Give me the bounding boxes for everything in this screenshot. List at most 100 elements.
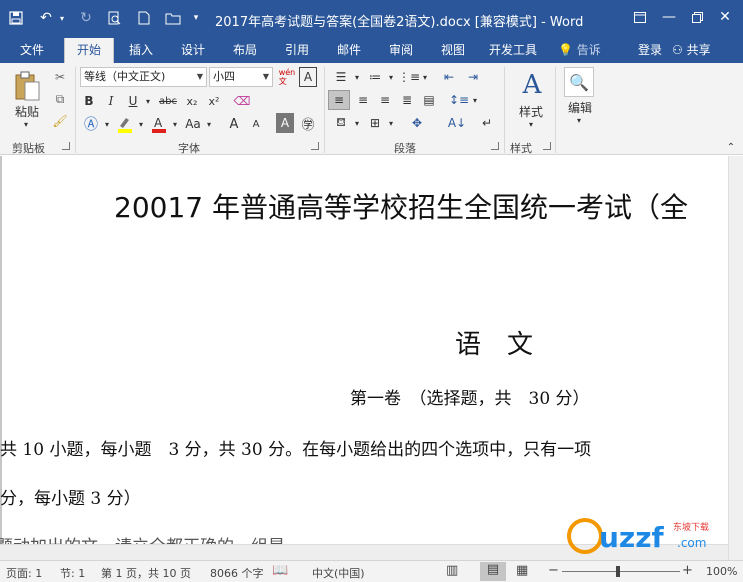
redo-icon[interactable]: ↻ [76,8,96,28]
borders-icon[interactable]: ⊞ [364,113,386,133]
show-marks-icon[interactable]: ↵ [476,113,498,133]
zoom-slider[interactable] [562,571,680,572]
multilevel-list-icon[interactable]: ⋮≡ [398,67,420,87]
text-effects-dropdown-icon[interactable]: ▾ [102,113,112,135]
distributed-icon[interactable]: ▤ [418,90,440,110]
collapse-ribbon-icon[interactable]: ⌃ [724,141,738,153]
styles-dropdown-icon[interactable]: ▾ [524,119,538,129]
text-effects-icon[interactable]: Ⓐ [80,113,102,135]
styles-launcher-icon[interactable] [543,142,551,150]
subscript-button[interactable]: x₂ [182,91,202,111]
align-center-icon[interactable]: ≡ [352,90,374,110]
font-launcher-icon[interactable] [311,142,319,150]
paste-icon[interactable] [8,67,46,107]
zoom-slider-thumb[interactable] [616,566,620,577]
ribbon-display-icon[interactable] [626,5,654,29]
tab-view[interactable]: 视图 [430,38,476,63]
tab-home[interactable]: 开始 [64,38,114,63]
highlight-color-icon[interactable] [114,113,136,135]
customize-qat-icon[interactable]: ▾ [190,8,202,28]
status-section[interactable]: 节: 1 [60,565,85,581]
font-color-dropdown-icon[interactable]: ▾ [170,113,180,135]
undo-dropdown-icon[interactable]: ▾ [56,8,68,28]
numbering-dropdown-icon[interactable]: ▾ [386,67,396,87]
shading-dropdown-icon[interactable]: ▾ [352,113,362,133]
numbering-icon[interactable]: ≔ [364,67,386,87]
justify-icon[interactable]: ≣ [396,90,418,110]
align-left-icon[interactable]: ≡ [328,90,350,110]
zoom-in-icon[interactable]: + [682,563,693,578]
character-border-icon[interactable]: A [299,67,317,87]
status-language[interactable]: 中文(中国) [312,565,365,581]
paste-button[interactable]: 粘贴 [10,103,44,119]
phonetic-guide-icon[interactable]: wén 文 [277,66,297,88]
web-layout-icon[interactable]: ▦ [516,563,528,578]
status-page-count[interactable]: 第 1 页，共 10 页 [101,565,191,581]
editing-button[interactable]: 编辑 [560,99,600,115]
shrink-font-button[interactable]: A [246,113,266,135]
superscript-button[interactable]: x² [204,91,224,111]
clipboard-launcher-icon[interactable] [62,142,70,150]
borders-dropdown-icon[interactable]: ▾ [386,113,396,133]
line-spacing-dropdown-icon[interactable]: ▾ [470,90,480,110]
grow-font-button[interactable]: A [224,113,244,135]
login-button[interactable]: 登录 [632,38,668,63]
line-spacing-icon[interactable]: ↕≡ [448,90,470,110]
tab-insert[interactable]: 插入 [118,38,164,63]
decrease-indent-icon[interactable]: ⇤ [438,67,460,87]
proofing-icon[interactable]: 📖 [272,563,288,578]
tab-file[interactable]: 文件 [6,38,58,63]
close-icon[interactable]: ✕ [711,5,739,29]
enclose-characters-icon[interactable]: ㊫ [298,113,318,133]
print-preview-icon[interactable] [104,8,124,28]
document-canvas[interactable]: 20017 年普通高等学校招生全国统一考试（全 语 文 第一卷 （选择题，共 3… [0,156,743,560]
copy-icon[interactable]: ⧉ [50,89,70,109]
change-case-dropdown-icon[interactable]: ▾ [204,113,214,135]
sort-icon[interactable]: A↓ [446,113,468,133]
zoom-level[interactable]: 100% [706,565,737,578]
change-case-button[interactable]: Aa [182,113,204,135]
restore-icon[interactable] [683,5,711,29]
align-right-icon[interactable]: ≡ [374,90,396,110]
tab-layout[interactable]: 布局 [222,38,268,63]
bullets-icon[interactable]: ☰ [330,67,352,87]
save-icon[interactable] [6,8,26,28]
status-word-count[interactable]: 8066 个字 [210,565,264,581]
tab-design[interactable]: 设计 [170,38,216,63]
format-painter-icon[interactable]: 🖌 [50,111,70,131]
tab-developer[interactable]: 开发工具 [482,38,544,63]
multilevel-dropdown-icon[interactable]: ▾ [420,67,430,87]
highlight-dropdown-icon[interactable]: ▾ [136,113,146,135]
italic-button[interactable]: I [102,91,120,111]
print-layout-icon[interactable]: ▤ [480,562,506,581]
paragraph-launcher-icon[interactable] [491,142,499,150]
underline-dropdown-icon[interactable]: ▾ [143,91,153,111]
tab-mailings[interactable]: 邮件 [326,38,372,63]
new-document-icon[interactable] [134,8,154,28]
status-page[interactable]: 页面: 1 [6,565,42,581]
read-mode-icon[interactable]: ▥ [446,563,458,578]
font-name-combo[interactable]: 等线（中文正文) ▼ [80,67,207,87]
font-color-icon[interactable]: A [148,113,170,135]
shading-icon[interactable]: ⛾ [330,113,352,133]
editing-dropdown-icon[interactable]: ▾ [572,115,586,125]
tab-references[interactable]: 引用 [274,38,320,63]
clear-formatting-icon[interactable]: ⌫ [232,91,252,111]
vertical-scrollbar[interactable] [728,156,743,560]
strikethrough-button[interactable]: abc [156,91,180,111]
cut-icon[interactable]: ✂ [50,67,70,87]
undo-icon[interactable]: ↶ [36,8,56,28]
open-folder-icon[interactable] [162,8,184,28]
minimize-icon[interactable]: — [655,5,683,29]
underline-button[interactable]: U [124,91,142,111]
font-size-combo[interactable]: 小四 ▼ [209,67,273,87]
bullets-dropdown-icon[interactable]: ▾ [352,67,362,87]
paste-dropdown-icon[interactable]: ▾ [18,119,34,129]
styles-button[interactable]: 样式 [510,103,552,119]
tab-review[interactable]: 审阅 [378,38,424,63]
styles-gallery-icon[interactable]: A [512,67,552,103]
zoom-out-icon[interactable]: − [548,563,559,578]
character-shading-icon[interactable]: A [276,113,294,133]
bold-button[interactable]: B [80,91,98,111]
asian-layout-icon[interactable]: ✥ [404,113,430,133]
